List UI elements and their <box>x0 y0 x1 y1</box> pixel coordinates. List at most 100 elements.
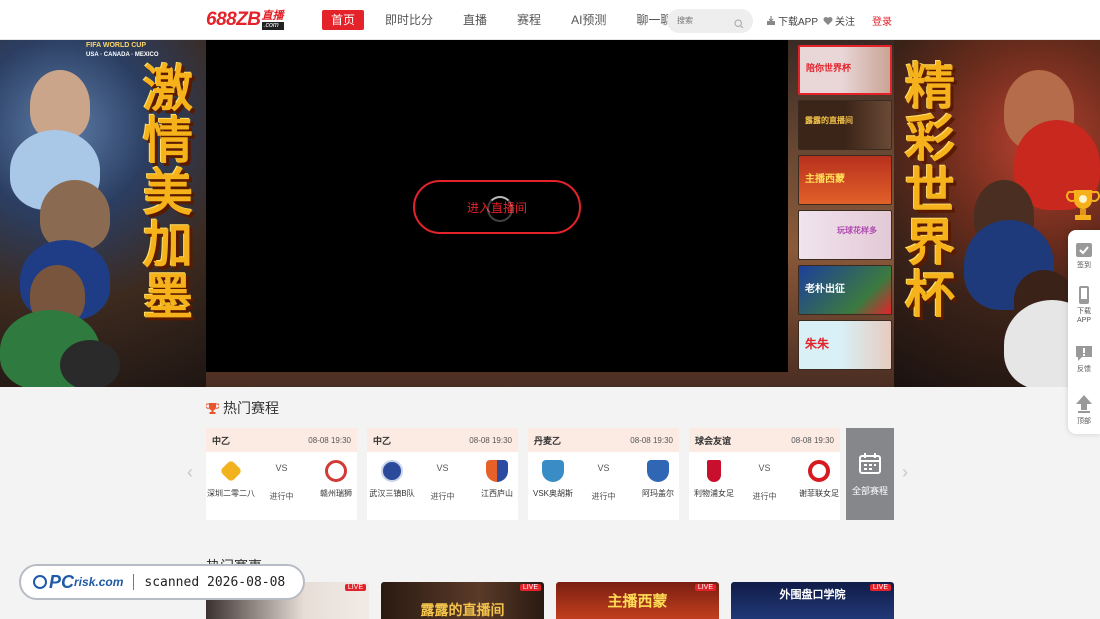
search-input[interactable] <box>677 16 737 25</box>
stream-thumb[interactable]: 主播西蒙 <box>798 155 892 205</box>
logo-zh-text: 直播 <box>261 10 284 22</box>
all-schedule-label: 全部赛程 <box>851 486 888 496</box>
stream-thumb-label: 陪你世界杯 <box>806 63 852 73</box>
follow-label: 关注 <box>835 17 855 28</box>
match-card[interactable]: 中乙 08-08 19:30 深圳二零二八 VS 进行中 赣州瑞狮 <box>206 428 357 520</box>
logo-com-text: .com <box>261 22 284 30</box>
scanned-date: scanned 2026-08-08 <box>144 574 286 590</box>
away-team-name: 江西庐山 <box>481 489 513 498</box>
stream-thumb[interactable]: 陪你世界杯 <box>798 45 892 95</box>
checkin-label: 签到 <box>1077 262 1091 269</box>
follow-link[interactable]: 关注 <box>823 13 855 28</box>
match-time: 08-08 19:30 <box>469 435 512 445</box>
stream-caption: 露露的直播间 <box>420 602 505 618</box>
stream-thumb-label: 玩球花样多 <box>837 226 877 235</box>
stream-thumb-label: 露露的直播间 <box>805 116 853 125</box>
main-nav: 首页 即时比分 直播 赛程 AI预测 聊一聊 <box>322 10 693 30</box>
nav-ai-predict[interactable]: AI预测 <box>562 10 615 30</box>
stream-thumb[interactable]: 老朴出征 <box>798 265 892 315</box>
away-team-badge-icon <box>647 460 669 482</box>
live-badge: LIVE <box>344 584 366 591</box>
match-time: 08-08 19:30 <box>630 435 673 445</box>
heart-icon <box>823 16 833 25</box>
back-to-top-label: 顶部 <box>1077 418 1091 425</box>
live-stream-card[interactable]: LIVE 主播西蒙 <box>556 582 719 619</box>
schedule-cards: 中乙 08-08 19:30 深圳二零二八 VS 进行中 赣州瑞狮 中乙 08-08… <box>206 428 850 520</box>
league-name: 中乙 <box>212 435 231 446</box>
calendar-check-icon <box>1076 243 1092 257</box>
away-team-name: 谢菲联女足 <box>799 489 839 498</box>
download-icon <box>767 15 775 25</box>
magnifier-icon <box>33 575 47 589</box>
live-stream-card[interactable]: LIVE 露露的直播间 <box>381 582 544 619</box>
search-icon[interactable] <box>734 16 744 34</box>
hero-banner: FIFA WORLD CUP USA · CANADA · MEXICO 激情美… <box>0 40 1100 387</box>
nav-live-score[interactable]: 即时比分 <box>376 10 442 30</box>
site-logo[interactable]: 688ZB 直播 .com <box>206 10 284 30</box>
stream-thumb[interactable]: 露露的直播间 <box>798 100 892 150</box>
back-to-top-button[interactable]: 顶部 <box>1068 394 1100 426</box>
enter-live-room-button[interactable]: 进入直播间 <box>413 180 581 234</box>
match-card[interactable]: 球会友谊 08-08 19:30 利物浦女足 VS 进行中 谢菲联女足 <box>689 428 840 520</box>
away-team-badge-icon <box>808 460 830 482</box>
left-slogan: 激情美加墨 <box>135 62 193 322</box>
calendar-icon <box>859 453 881 474</box>
arrow-up-icon <box>1076 395 1092 413</box>
pcrisk-watermark: PC risk.com scanned 2026-08-08 <box>19 564 305 600</box>
chevron-right-icon[interactable]: › <box>902 462 908 483</box>
stream-thumb[interactable]: 朱朱 <box>798 320 892 370</box>
download-app-label: 下载APP <box>778 17 819 28</box>
watermark-divider <box>133 574 135 590</box>
download-app-button[interactable]: 下载APP <box>1068 285 1100 325</box>
nav-home[interactable]: 首页 <box>322 10 365 30</box>
trophy-icon[interactable] <box>1066 184 1100 230</box>
stream-thumb-label: 朱朱 <box>805 337 830 351</box>
live-player[interactable]: 进入直播间 <box>206 40 788 372</box>
feedback-label: 反馈 <box>1077 366 1091 373</box>
feedback-icon <box>1076 346 1092 361</box>
feedback-button[interactable]: 反馈 <box>1068 344 1100 374</box>
hot-schedule-title: 热门赛程 <box>206 398 279 418</box>
live-stream-card[interactable]: LIVE 外围盘口学院 <box>731 582 894 619</box>
search-box[interactable] <box>667 9 753 33</box>
download-app-side-label: 下载APP <box>1076 308 1091 324</box>
stream-thumb-label: 老朴出征 <box>805 284 845 295</box>
pcrisk-logo-rest: risk.com <box>74 575 124 589</box>
hot-schedule-title-text: 热门赛程 <box>223 400 279 416</box>
away-team-name: 赣州瑞狮 <box>320 489 352 498</box>
streamer-thumbnails: 陪你世界杯 露露的直播间 主播西蒙 玩球花样多 老朴出征 朱朱 <box>798 45 892 375</box>
download-app-link[interactable]: 下载APP <box>766 13 818 28</box>
nav-schedule[interactable]: 赛程 <box>508 10 550 30</box>
live-badge: LIVE <box>519 584 541 591</box>
world-cup-title: FIFA WORLD CUP <box>86 42 147 49</box>
phone-icon <box>1079 286 1089 304</box>
match-time: 08-08 19:30 <box>308 435 351 445</box>
away-team-badge-icon <box>325 460 347 482</box>
league-name: 中乙 <box>373 435 392 446</box>
world-cup-hosts: USA · CANADA · MEXICO <box>86 52 159 58</box>
nav-live[interactable]: 直播 <box>454 10 496 30</box>
hot-match-cards: LIVE LIVE 露露的直播间 LIVE 主播西蒙 LIVE 外围盘口学院 <box>206 582 906 619</box>
league-name: 球会友谊 <box>695 435 732 446</box>
right-float-bar: 签到 下载APP 反馈 顶部 <box>1068 230 1100 434</box>
hero-left-poster: FIFA WORLD CUP USA · CANADA · MEXICO 激情美… <box>0 40 206 387</box>
loading-spinner-icon <box>487 196 513 222</box>
top-header: 688ZB 直播 .com 首页 即时比分 直播 赛程 AI预测 聊一聊 下载A… <box>0 0 1100 40</box>
stream-thumb[interactable]: 玩球花样多 <box>798 210 892 260</box>
match-card[interactable]: 中乙 08-08 19:30 武汉三镇B队 VS 进行中 江西庐山 <box>367 428 518 520</box>
stream-caption: 外围盘口学院 <box>779 589 846 601</box>
trophy-small-icon <box>206 402 219 414</box>
login-link[interactable]: 登录 <box>872 13 892 28</box>
logo-text: 688ZB <box>206 9 261 30</box>
match-card[interactable]: 丹麦乙 08-08 19:30 VSK奥胡斯 VS 进行中 阿玛盖尔 <box>528 428 679 520</box>
all-schedule-button[interactable]: 全部赛程 <box>846 428 894 520</box>
match-time: 08-08 19:30 <box>791 435 834 445</box>
right-slogan: 精彩世界杯 <box>897 60 955 320</box>
away-team-name: 阿玛盖尔 <box>642 489 674 498</box>
stream-thumb-label: 主播西蒙 <box>805 174 845 185</box>
chevron-left-icon[interactable]: ‹ <box>187 462 193 483</box>
league-name: 丹麦乙 <box>534 435 562 446</box>
pcrisk-logo-pc: PC <box>49 571 75 592</box>
checkin-button[interactable]: 签到 <box>1068 240 1100 270</box>
away-team-badge-icon <box>486 460 508 482</box>
